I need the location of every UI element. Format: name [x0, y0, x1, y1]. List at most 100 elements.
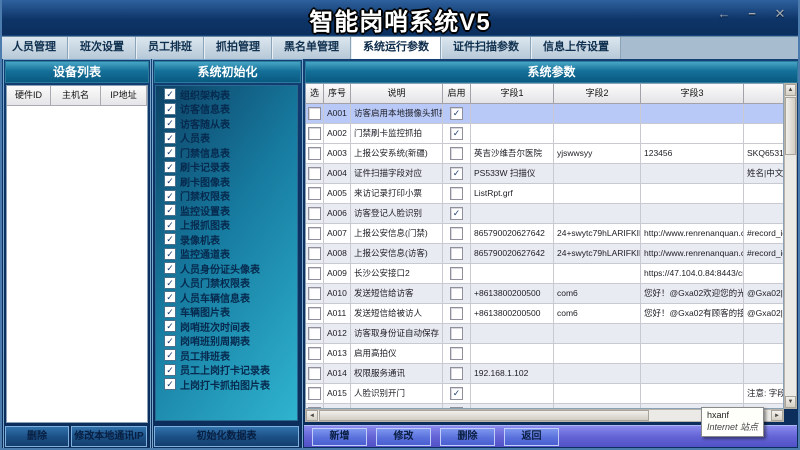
row-enabled-checkbox[interactable]	[450, 407, 463, 408]
init-list-item[interactable]: ✓人员车辆信息表	[164, 291, 297, 304]
row-select-checkbox[interactable]	[308, 127, 321, 140]
init-list-item[interactable]: ✓上报抓图表	[164, 218, 297, 231]
checkbox-icon[interactable]: ✓	[164, 277, 176, 289]
checkbox-icon[interactable]: ✓	[164, 190, 176, 202]
device-table[interactable]: 硬件ID主机名IP地址	[6, 85, 148, 423]
table-row[interactable]: A003上报公安系统(新疆)英吉沙维吾尔医院yjswwsyy123456SKQ6…	[306, 144, 783, 164]
init-list-item[interactable]: ✓刷卡记录表	[164, 160, 297, 173]
row-select-checkbox[interactable]	[308, 407, 321, 408]
table-row[interactable]: A010发送短信给访客+8613800200500com6您好！@Gxa02欢迎…	[306, 284, 783, 304]
row-select-checkbox[interactable]	[308, 287, 321, 300]
row-enabled-checkbox[interactable]	[450, 227, 463, 240]
table-row[interactable]: A014权限服务通讯192.168.1.102	[306, 364, 783, 384]
checkbox-icon[interactable]: ✓	[164, 378, 176, 390]
tab-4[interactable]: 抓拍管理	[204, 37, 272, 59]
row-enabled-checkbox[interactable]	[450, 347, 463, 360]
row-select-checkbox[interactable]	[308, 347, 321, 360]
scroll-down-icon[interactable]: ▼	[785, 396, 796, 408]
tab-8[interactable]: 信息上传设置	[531, 37, 621, 59]
row-select-checkbox[interactable]	[308, 167, 321, 180]
tab-1[interactable]: 人员管理	[0, 37, 68, 59]
init-list-item[interactable]: ✓岗哨班别周期表	[164, 334, 297, 347]
init-list-item[interactable]: ✓刷卡图像表	[164, 175, 297, 188]
checkbox-icon[interactable]: ✓	[164, 175, 176, 187]
checkbox-icon[interactable]: ✓	[164, 320, 176, 332]
horizontal-scroll-thumb[interactable]	[319, 410, 649, 421]
table-row[interactable]: A012访客取身份证自动保存	[306, 324, 783, 344]
init-list-item[interactable]: ✓人员表	[164, 131, 297, 144]
row-enabled-checkbox[interactable]: ✓	[450, 207, 463, 220]
return-button[interactable]: 返回	[504, 428, 559, 446]
row-enabled-checkbox[interactable]	[450, 147, 463, 160]
init-list-item[interactable]: ✓组织架构表	[164, 88, 297, 101]
checkbox-icon[interactable]: ✓	[164, 117, 176, 129]
init-list-item[interactable]: ✓监控设置表	[164, 204, 297, 217]
checkbox-icon[interactable]: ✓	[164, 233, 176, 245]
table-row[interactable]: A001访客启用本地摄像头抓拍✓	[306, 104, 783, 124]
checkbox-icon[interactable]: ✓	[164, 103, 176, 115]
init-list-item[interactable]: ✓车辆图片表	[164, 305, 297, 318]
table-row[interactable]: A005来访记录打印小票ListRpt.grf	[306, 184, 783, 204]
table-row[interactable]: A004证件扫描字段对应✓PS533W 扫描仪姓名|中文姓名,|	[306, 164, 783, 184]
checkbox-icon[interactable]: ✓	[164, 132, 176, 144]
init-list-item[interactable]: ✓人员身份证头像表	[164, 262, 297, 275]
row-select-checkbox[interactable]	[308, 267, 321, 280]
checkbox-icon[interactable]: ✓	[164, 349, 176, 361]
row-select-checkbox[interactable]	[308, 367, 321, 380]
tab-5[interactable]: 黑名单管理	[272, 37, 351, 59]
row-enabled-checkbox[interactable]	[450, 307, 463, 320]
scroll-left-icon[interactable]: ◄	[306, 410, 318, 421]
row-enabled-checkbox[interactable]: ✓	[450, 167, 463, 180]
back-icon[interactable]: ←	[716, 6, 732, 22]
tab-7[interactable]: 证件扫描参数	[441, 37, 531, 59]
table-row[interactable]: A013启用高拍仪	[306, 344, 783, 364]
row-select-checkbox[interactable]	[308, 247, 321, 260]
init-list-item[interactable]: ✓访客随从表	[164, 117, 297, 130]
row-enabled-checkbox[interactable]: ✓	[450, 387, 463, 400]
row-select-checkbox[interactable]	[308, 387, 321, 400]
checkbox-icon[interactable]: ✓	[164, 306, 176, 318]
checkbox-icon[interactable]: ✓	[164, 161, 176, 173]
vertical-scroll-thumb[interactable]	[785, 97, 796, 155]
table-row[interactable]: A015人脸识别开门✓注意: 字段05为...	[306, 384, 783, 404]
table-row[interactable]: A007上报公安信息(门禁)86579002062764224+swytc79h…	[306, 224, 783, 244]
init-list-item[interactable]: ✓录像机表	[164, 233, 297, 246]
init-list-item[interactable]: ✓访客信息表	[164, 102, 297, 115]
checkbox-icon[interactable]: ✓	[164, 88, 176, 100]
init-list-item[interactable]: ✓上岗打卡抓拍图片表	[164, 378, 297, 391]
close-icon[interactable]: ✕	[772, 6, 788, 22]
row-enabled-checkbox[interactable]	[450, 247, 463, 260]
checkbox-icon[interactable]: ✓	[164, 262, 176, 274]
init-list-item[interactable]: ✓人员门禁权限表	[164, 276, 297, 289]
init-list-item[interactable]: ✓门禁权限表	[164, 189, 297, 202]
table-row[interactable]: A011发送短信给被访人+8613800200500com6您好！@Gxa02有…	[306, 304, 783, 324]
tab-3[interactable]: 员工排班	[136, 37, 204, 59]
checkbox-icon[interactable]: ✓	[164, 248, 176, 260]
row-enabled-checkbox[interactable]: ✓	[450, 107, 463, 120]
row-select-checkbox[interactable]	[308, 307, 321, 320]
init-list-item[interactable]: ✓员工排班表	[164, 349, 297, 362]
init-list-item[interactable]: ✓门禁信息表	[164, 146, 297, 159]
checkbox-icon[interactable]: ✓	[164, 146, 176, 158]
row-enabled-checkbox[interactable]	[450, 267, 463, 280]
modify-button[interactable]: 修改	[376, 428, 431, 446]
table-row[interactable]: A008上报公安信息(访客)86579002062764224+swytc79h…	[306, 244, 783, 264]
scroll-up-icon[interactable]: ▲	[785, 84, 796, 96]
row-enabled-checkbox[interactable]	[450, 187, 463, 200]
add-button[interactable]: 新增	[312, 428, 367, 446]
checkbox-icon[interactable]: ✓	[164, 335, 176, 347]
row-select-checkbox[interactable]	[308, 207, 321, 220]
scroll-right-icon[interactable]: ►	[771, 410, 783, 421]
init-list-item[interactable]: ✓员工上岗打卡记录表	[164, 363, 297, 376]
init-tables-button[interactable]: 初始化数据表	[154, 426, 299, 447]
delete-device-button[interactable]: 删除	[5, 426, 69, 447]
modify-local-ip-button[interactable]: 修改本地通讯IP	[71, 426, 147, 447]
checkbox-icon[interactable]: ✓	[164, 291, 176, 303]
checkbox-icon[interactable]: ✓	[164, 219, 176, 231]
checkbox-icon[interactable]: ✓	[164, 364, 176, 376]
row-select-checkbox[interactable]	[308, 327, 321, 340]
checkbox-icon[interactable]: ✓	[164, 204, 176, 216]
table-row[interactable]: A009长沙公安接口2https://47.104.0.84:8443/crp	[306, 264, 783, 284]
table-row[interactable]: A006访客登记人脸识别✓	[306, 204, 783, 224]
row-enabled-checkbox[interactable]: ✓	[450, 127, 463, 140]
